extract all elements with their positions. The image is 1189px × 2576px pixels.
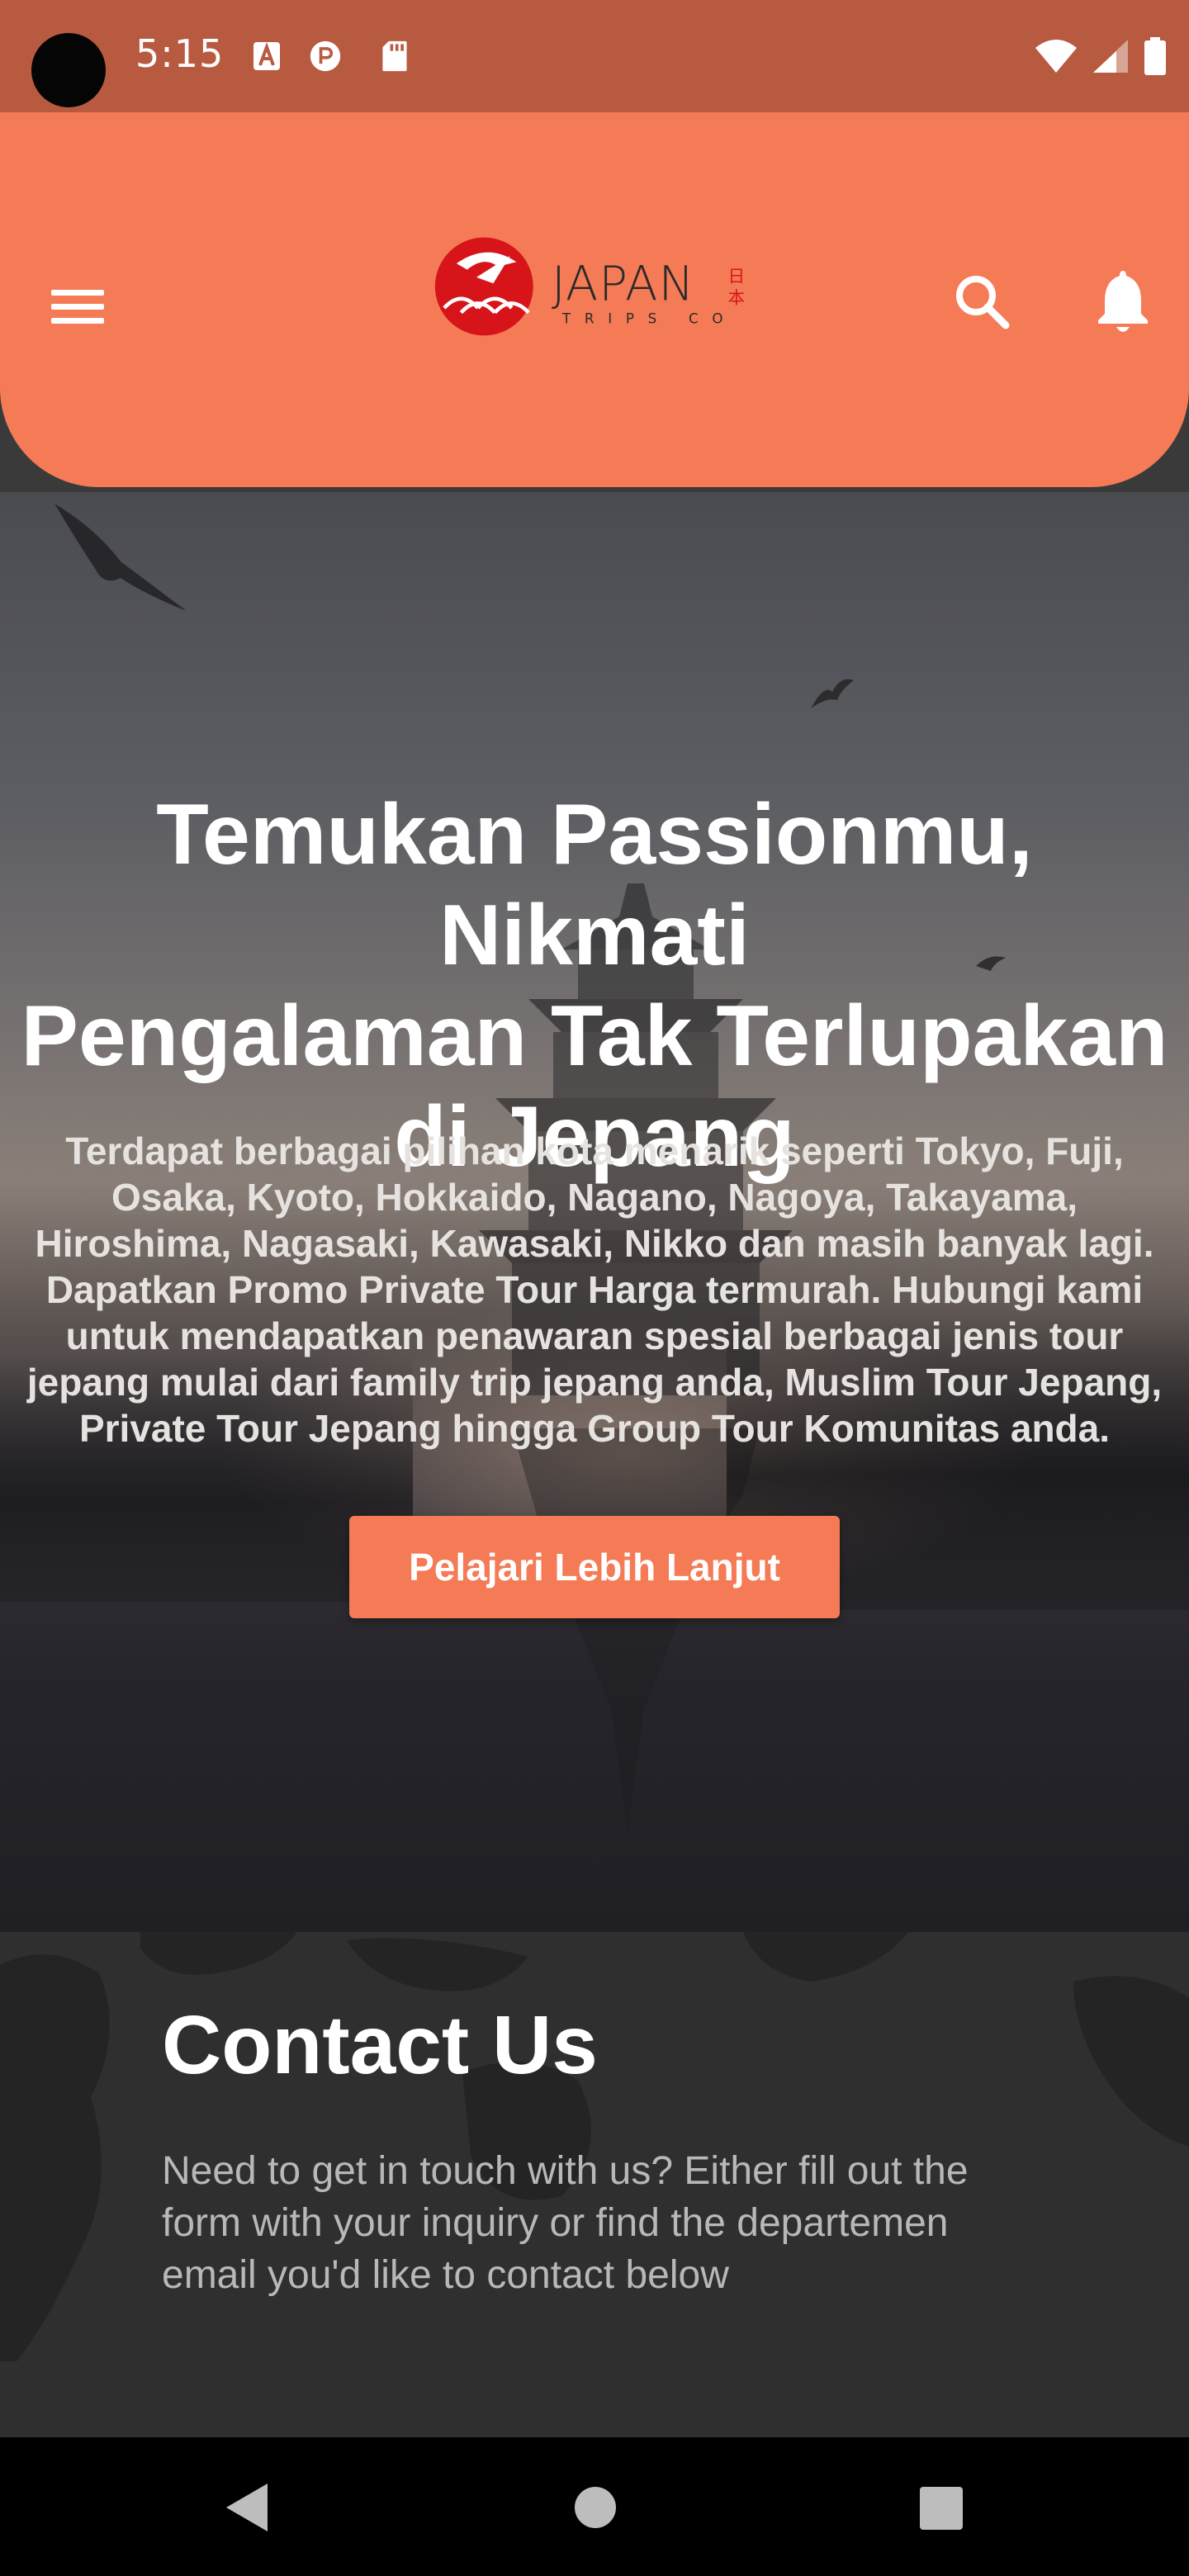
logo-text: JAPAN bbox=[552, 257, 694, 312]
hero-description: Terdapat berbagai pilihan kota menarik s… bbox=[26, 1129, 1163, 1450]
menu-icon[interactable] bbox=[51, 277, 109, 335]
battery-icon bbox=[1144, 37, 1166, 75]
logo-kanji-1: 日 bbox=[728, 266, 745, 286]
logo-subtext: TRIPS CO bbox=[561, 310, 737, 327]
hero-title-line: Pengalaman Tak Terlupakan bbox=[21, 988, 1168, 1084]
bird-silhouette bbox=[811, 679, 854, 708]
notification-bell-icon[interactable] bbox=[1090, 264, 1156, 339]
system-nav-bar bbox=[0, 2437, 1189, 2576]
camera-cutout bbox=[31, 33, 106, 107]
bird-silhouette bbox=[1052, 1882, 1095, 1902]
status-right-icons bbox=[1034, 36, 1168, 76]
contact-description: Need to get in touch with us? Either fil… bbox=[162, 2149, 969, 2297]
status-bar: 5:15 bbox=[0, 0, 1189, 112]
search-icon[interactable] bbox=[950, 269, 1016, 335]
learn-more-button[interactable]: Pelajari Lebih Lanjut bbox=[349, 1516, 840, 1618]
logo-kanji-2: 本 bbox=[728, 287, 745, 307]
hero-title-line: Temukan Passionmu, Nikmati bbox=[156, 787, 1033, 983]
p-circle-icon bbox=[310, 40, 341, 72]
recents-icon[interactable] bbox=[912, 2479, 969, 2536]
contact-title: Contact Us bbox=[162, 1999, 598, 2091]
signal-icon bbox=[1093, 40, 1128, 73]
japan-trips-logo[interactable]: JAPAN TRIPS CO 日 本 bbox=[421, 233, 768, 340]
a-icon bbox=[253, 42, 280, 70]
back-icon[interactable] bbox=[220, 2479, 277, 2536]
sd-card-icon bbox=[382, 40, 407, 72]
home-icon[interactable] bbox=[566, 2479, 624, 2536]
wifi-icon bbox=[1035, 40, 1077, 73]
bird-silhouette bbox=[54, 504, 187, 611]
hero-title: Temukan Passionmu, Nikmati Pengalaman Ta… bbox=[0, 784, 1189, 1187]
status-time: 5:15 bbox=[135, 31, 225, 76]
contact-section: Contact Us Need to get in touch with us?… bbox=[0, 1932, 1189, 2437]
app-header: JAPAN TRIPS CO 日 本 bbox=[0, 112, 1189, 487]
